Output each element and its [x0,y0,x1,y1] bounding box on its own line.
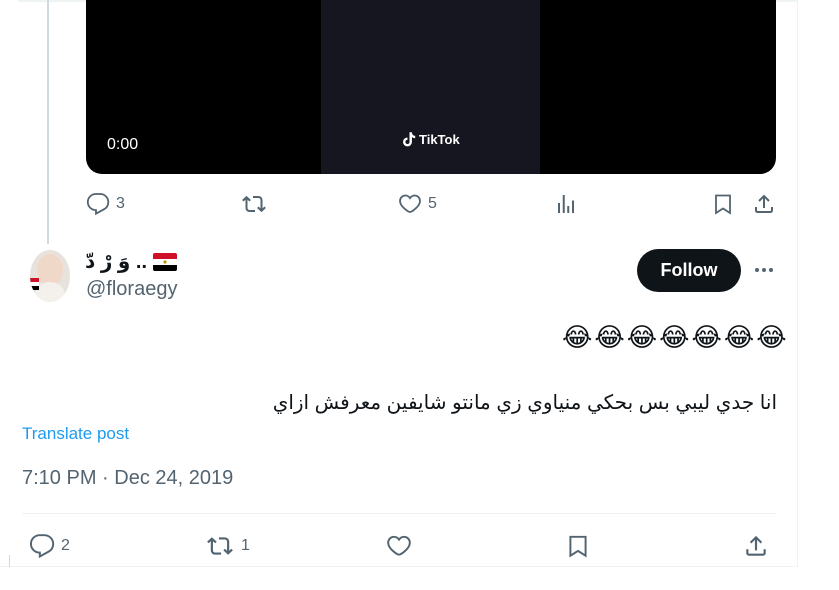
reply-button[interactable]: 3 [86,192,125,216]
retweet-count: 1 [241,537,250,554]
share-button[interactable] [752,192,776,216]
follow-button[interactable]: Follow [637,249,741,292]
like-button[interactable] [386,533,418,559]
video-time: 0:00 [107,136,139,153]
video-player[interactable]: 0:00 TikTok [86,0,776,174]
reply-count: 2 [61,537,70,554]
column-border [797,0,798,566]
bookmark-button[interactable] [711,192,735,216]
avatar[interactable] [30,250,70,302]
tiktok-brand: TikTok [419,132,460,147]
bookmark-icon [569,535,587,558]
tweet-text: انا جدي ليبي بس بحكي منياوي زي مانتو شاي… [272,392,777,414]
share-button[interactable] [743,533,769,559]
translate-link[interactable]: Translate post [22,424,129,444]
heart-icon [387,535,411,556]
analytics-icon [558,195,574,213]
share-icon [755,194,773,213]
tweet-emojis: 😂😂😂😂😂😂😂 [562,322,789,352]
bottom-action-bar: 2 1 [0,533,798,563]
reply-icon [29,534,55,559]
reply-button[interactable]: 2 [29,533,70,559]
more-options-icon[interactable] [752,258,776,282]
video-frame [321,0,540,174]
author-name-text: وَ رْ دّ .. [85,251,147,273]
tiktok-watermark: TikTok [403,132,460,147]
heart-icon [399,194,421,213]
egypt-flag-icon [153,252,177,271]
tiktok-icon [403,132,416,147]
retweet-icon [207,537,233,555]
bookmark-button[interactable] [565,533,591,559]
retweet-icon [242,195,266,213]
tweet-page: 0:00 TikTok 3 5 وَ رْ دّ .. @floraegy Fo… [0,0,839,590]
avatar-image [30,250,70,302]
retweet-button[interactable] [242,192,272,216]
like-button[interactable]: 5 [398,192,437,216]
tweet-timestamp[interactable]: 7:10 PM · Dec 24, 2019 [22,467,233,490]
scroll-edge-marker [0,555,10,567]
reply-icon [86,193,110,216]
author-name[interactable]: وَ رْ دّ .. [85,249,177,274]
views-button[interactable] [554,192,578,216]
author-handle[interactable]: @floraegy [86,278,177,301]
share-icon [746,535,766,556]
retweet-button[interactable]: 1 [205,533,250,559]
divider [22,513,776,514]
bottom-divider [0,566,798,567]
reply-count: 3 [116,195,125,212]
like-count: 5 [428,195,437,212]
bookmark-icon [715,194,731,215]
top-action-bar: 3 5 [0,192,798,222]
